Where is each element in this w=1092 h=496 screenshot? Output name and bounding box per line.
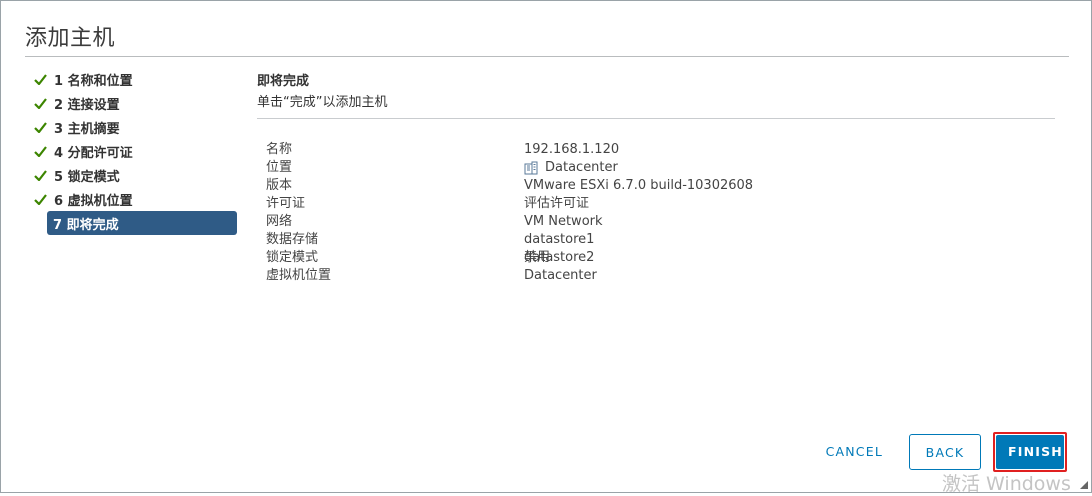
- summary-row-datastore: 数据存储 datastore1 datastore2: [266, 231, 866, 265]
- dialog-title: 添加主机: [25, 26, 116, 51]
- summary-value: Datacenter: [545, 160, 618, 175]
- summary-value: VM Network: [524, 214, 603, 229]
- summary-value: 评估许可证: [524, 196, 590, 211]
- step-label: 6 虚拟机位置: [54, 193, 133, 209]
- step-name-location[interactable]: 1 名称和位置: [32, 67, 238, 91]
- summary-row-vm-location: 虚拟机位置 Datacenter: [266, 267, 866, 285]
- step-assign-license[interactable]: 4 分配许可证: [32, 139, 238, 163]
- step-label: 3 主机摘要: [54, 121, 120, 137]
- step-label: 1 名称和位置: [54, 73, 133, 89]
- summary-row-name: 名称 192.168.1.120: [266, 141, 866, 159]
- content-divider: [257, 118, 1055, 119]
- content-subtitle: 单击“完成”以添加主机: [257, 95, 388, 110]
- checkmark-icon: [32, 91, 48, 115]
- checkmark-icon: [32, 187, 48, 211]
- summary-value: 192.168.1.120: [524, 142, 620, 157]
- step-label: 5 锁定模式: [54, 169, 120, 185]
- datacenter-icon: [524, 161, 538, 175]
- summary-value: VMware ESXi 6.7.0 build-10302608: [524, 178, 754, 193]
- summary-value-container: Datacenter: [524, 159, 618, 177]
- summary-row-location: 位置 Datacenter: [266, 159, 866, 177]
- summary-key: 锁定模式: [266, 250, 319, 265]
- summary-value: datastore1: [524, 232, 595, 247]
- resize-grip-icon[interactable]: [1080, 481, 1088, 489]
- step-vm-location[interactable]: 6 虚拟机位置: [32, 187, 238, 211]
- cancel-button[interactable]: CANCEL: [814, 434, 895, 470]
- step-host-summary[interactable]: 3 主机摘要: [32, 115, 238, 139]
- summary-key: 位置: [266, 160, 293, 175]
- summary-value: Datacenter: [524, 268, 597, 283]
- checkmark-icon: [32, 139, 48, 163]
- back-button[interactable]: BACK: [909, 434, 981, 470]
- summary-key: 许可证: [266, 196, 306, 211]
- windows-activation-watermark: 激活 Windows: [942, 473, 1071, 495]
- summary-value: 禁用: [524, 250, 551, 265]
- step-lockdown-mode[interactable]: 5 锁定模式: [32, 163, 238, 187]
- checkmark-icon: [32, 115, 48, 139]
- checkmark-icon: [32, 67, 48, 91]
- summary-key: 网络: [266, 214, 293, 229]
- summary-key: 版本: [266, 178, 293, 193]
- summary-list: 名称 192.168.1.120 位置 Datacenter 版本 VMware…: [266, 141, 866, 285]
- summary-row-network: 网络 VM Network: [266, 213, 866, 231]
- checkmark-icon: [32, 163, 48, 187]
- step-label: 4 分配许可证: [54, 145, 133, 161]
- summary-value-list: datastore1 datastore2: [524, 231, 595, 265]
- step-ready-to-complete[interactable]: 7 即将完成: [47, 211, 237, 235]
- add-host-dialog: 添加主机 1 名称和位置 2 连接设置 3 主机摘要 4 分配许可证 5 锁定模…: [0, 0, 1092, 493]
- summary-key: 虚拟机位置: [266, 268, 332, 283]
- summary-row-version: 版本 VMware ESXi 6.7.0 build-10302608: [266, 177, 866, 195]
- step-content: 即将完成 单击“完成”以添加主机: [257, 71, 1055, 119]
- summary-row-license: 许可证 评估许可证: [266, 195, 866, 213]
- summary-key: 数据存储: [266, 232, 319, 247]
- dialog-buttons: CANCEL BACK FINISH: [814, 432, 1067, 472]
- content-title: 即将完成: [257, 74, 310, 89]
- step-label: 7 即将完成: [53, 217, 119, 233]
- summary-key: 名称: [266, 142, 293, 157]
- finish-highlight: FINISH: [993, 432, 1067, 472]
- step-connection-settings[interactable]: 2 连接设置: [32, 91, 238, 115]
- finish-button[interactable]: FINISH: [996, 435, 1064, 469]
- step-label: 2 连接设置: [54, 97, 120, 113]
- title-divider: [25, 56, 1069, 57]
- wizard-steps: 1 名称和位置 2 连接设置 3 主机摘要 4 分配许可证 5 锁定模式 6 虚…: [32, 67, 238, 235]
